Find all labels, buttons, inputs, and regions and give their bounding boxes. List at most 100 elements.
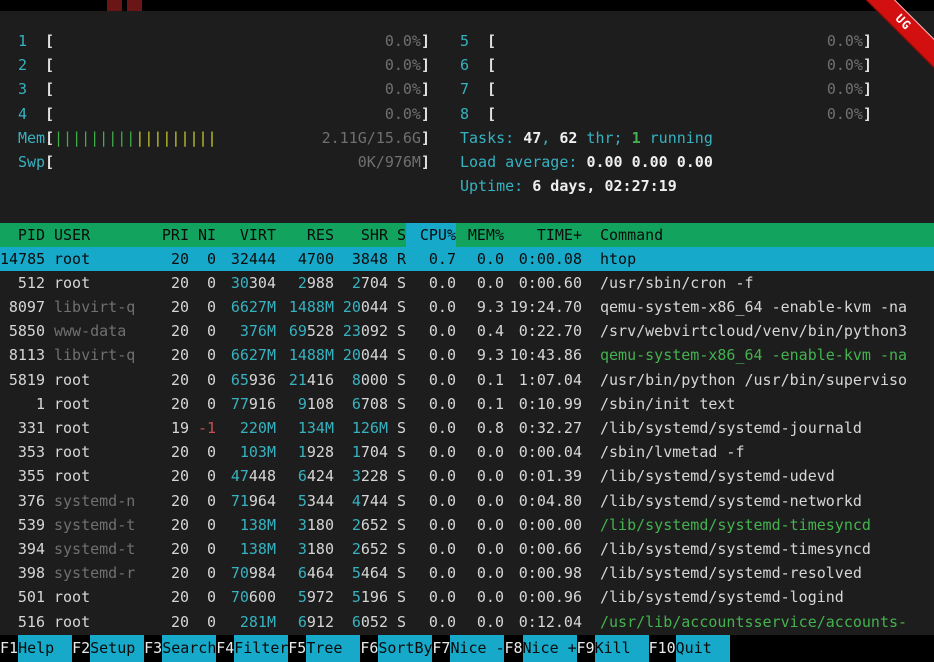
header-s[interactable]: S xyxy=(388,223,406,247)
process-row-5819[interactable]: 5819root20065936214168000S0.00.11:07.04/… xyxy=(0,368,934,392)
cell-command: /lib/systemd/systemd-networkd xyxy=(582,489,934,513)
fkey-f5[interactable]: F5Tree xyxy=(288,635,360,662)
fkey-f9[interactable]: F9Kill xyxy=(577,635,649,662)
process-row-516[interactable]: 516root200281M69126052S0.00.00:12.04/usr… xyxy=(0,610,934,634)
tasks-summary-segment: thr; xyxy=(577,126,631,150)
cell-state: S xyxy=(388,368,406,392)
mem-value-hi: 1 xyxy=(298,443,307,461)
header-cpu[interactable]: CPU% xyxy=(406,223,456,247)
cell-res: 6464 xyxy=(276,561,334,585)
cell-state: S xyxy=(388,489,406,513)
fkey-label: Quit xyxy=(676,635,730,662)
cell-shr: 4744 xyxy=(334,489,388,513)
cell-pri: 20 xyxy=(135,513,189,537)
header-pri[interactable]: PRI xyxy=(135,223,189,247)
mem-value-hi: 2 xyxy=(352,540,361,558)
header-pid[interactable]: PID xyxy=(0,223,45,247)
titlebar-fragment-1 xyxy=(107,0,122,11)
process-row-14785[interactable]: 14785root2003244447003848R0.70.00:00.08h… xyxy=(0,247,934,271)
cell-pid: 501 xyxy=(0,585,45,609)
cell-shr: 6708 xyxy=(334,392,388,416)
function-key-bar: F1HelpF2SetupF3SearchF4FilterF5TreeF6Sor… xyxy=(0,635,934,662)
fkey-number: F9 xyxy=(577,635,595,662)
cell-user: root xyxy=(45,440,135,464)
cpu-meter-2-label: 2 xyxy=(18,53,45,77)
process-row-376[interactable]: 376systemd-n2007196453444744S0.00.00:04.… xyxy=(0,489,934,513)
meter-spacer xyxy=(54,53,385,77)
mem-value-lo: 652 xyxy=(361,516,388,534)
mem-value-hi: 1 xyxy=(352,443,361,461)
fkey-f10[interactable]: F10Quit xyxy=(649,635,730,662)
fkey-number: F10 xyxy=(649,635,676,662)
cell-user: root xyxy=(45,585,135,609)
fkey-f7[interactable]: F7Nice - xyxy=(432,635,504,662)
fkey-f8[interactable]: F8Nice + xyxy=(504,635,576,662)
cpu-meter-5-value: 0.0% xyxy=(827,29,863,53)
header-mem[interactable]: MEM% xyxy=(456,223,504,247)
cell-pid: 1 xyxy=(0,392,45,416)
cell-time: 0:00.60 xyxy=(504,271,582,295)
fkey-number: F3 xyxy=(144,635,162,662)
cell-command: /sbin/init text xyxy=(582,392,934,416)
swap-meter-value: 0K/976M xyxy=(358,150,421,174)
header-time[interactable]: TIME+ xyxy=(504,223,582,247)
meter-body: 0K/976M xyxy=(54,150,421,174)
mem-value-hi: 20 xyxy=(343,298,361,316)
header-res[interactable]: RES xyxy=(276,223,334,247)
cell-ni: 0 xyxy=(189,610,216,634)
cell-res: 9108 xyxy=(276,392,334,416)
cell-state: S xyxy=(388,319,406,343)
fkey-f2[interactable]: F2Setup xyxy=(72,635,144,662)
cell-res: 21416 xyxy=(276,368,334,392)
process-row-8097[interactable]: 8097libvirt-q2006627M1488M20044S0.09.319… xyxy=(0,295,934,319)
cell-state: S xyxy=(388,295,406,319)
mem-value: 126M xyxy=(352,419,388,437)
mem-value-hi: 6 xyxy=(298,564,307,582)
mem-value-lo: 988 xyxy=(307,274,334,292)
cell-state: S xyxy=(388,343,406,367)
process-row-512[interactable]: 512root2003030429882704S0.00.00:00.60/us… xyxy=(0,271,934,295)
header-user[interactable]: USER xyxy=(45,223,135,247)
process-row-1[interactable]: 1root2007791691086708S0.00.10:10.99/sbin… xyxy=(0,392,934,416)
fkey-f6[interactable]: F6SortBy xyxy=(360,635,432,662)
cell-mem-percent: 0.0 xyxy=(456,585,504,609)
header-shr[interactable]: SHR xyxy=(334,223,388,247)
meter-open-bracket: [ xyxy=(45,29,54,53)
process-row-398[interactable]: 398systemd-r2007098464645464S0.00.00:00.… xyxy=(0,561,934,585)
memory-meter-label: Mem xyxy=(18,126,45,150)
header-ni[interactable]: NI xyxy=(189,223,216,247)
fkey-f3[interactable]: F3Search xyxy=(144,635,216,662)
header-virt[interactable]: VIRT xyxy=(216,223,276,247)
cpu-meter-5-label: 5 xyxy=(460,29,487,53)
cell-state: S xyxy=(388,610,406,634)
cell-command: /lib/systemd/systemd-timesyncd xyxy=(582,513,934,537)
cpu-meter-3-label: 3 xyxy=(18,77,45,101)
meter-close-bracket: ] xyxy=(421,126,430,150)
uptime: Uptime: 6 days, 02:27:19 xyxy=(460,174,934,198)
mem-value-lo: 912 xyxy=(307,613,334,631)
fkey-f4[interactable]: F4Filter xyxy=(216,635,288,662)
cell-time: 0:00.08 xyxy=(504,247,582,271)
process-row-501[interactable]: 501root2007060059725196S0.00.00:00.96/li… xyxy=(0,585,934,609)
meter-open-bracket: [ xyxy=(45,150,54,174)
process-row-539[interactable]: 539systemd-t200138M31802652S0.00.00:00.0… xyxy=(0,513,934,537)
cell-command: /lib/systemd/systemd-journald xyxy=(582,416,934,440)
fkey-f1[interactable]: F1Help xyxy=(0,635,72,662)
mem-value-lo: 528 xyxy=(307,322,334,340)
mem-value-hi: 2 xyxy=(352,274,361,292)
cell-time: 0:01.39 xyxy=(504,464,582,488)
mem-value-lo: 936 xyxy=(249,371,276,389)
process-row-5850[interactable]: 5850www-data200376M6952823092S0.00.40:22… xyxy=(0,319,934,343)
process-row-394[interactable]: 394systemd-t200138M31802652S0.00.00:00.6… xyxy=(0,537,934,561)
cell-mem-percent: 0.0 xyxy=(456,247,504,271)
process-row-353[interactable]: 353root200103M19281704S0.00.00:00.04/sbi… xyxy=(0,440,934,464)
process-row-331[interactable]: 331root19-1220M134M126MS0.00.80:32.27/li… xyxy=(0,416,934,440)
cell-state: S xyxy=(388,537,406,561)
cell-state: R xyxy=(388,247,406,271)
mem-value-hi: 2 xyxy=(298,274,307,292)
process-row-8113[interactable]: 8113libvirt-q2006627M1488M20044S0.09.310… xyxy=(0,343,934,367)
header-cmd[interactable]: Command xyxy=(582,223,934,247)
meter-close-bracket: ] xyxy=(421,102,430,126)
cell-pid: 8113 xyxy=(0,343,45,367)
process-row-355[interactable]: 355root2004744864243228S0.00.00:01.39/li… xyxy=(0,464,934,488)
